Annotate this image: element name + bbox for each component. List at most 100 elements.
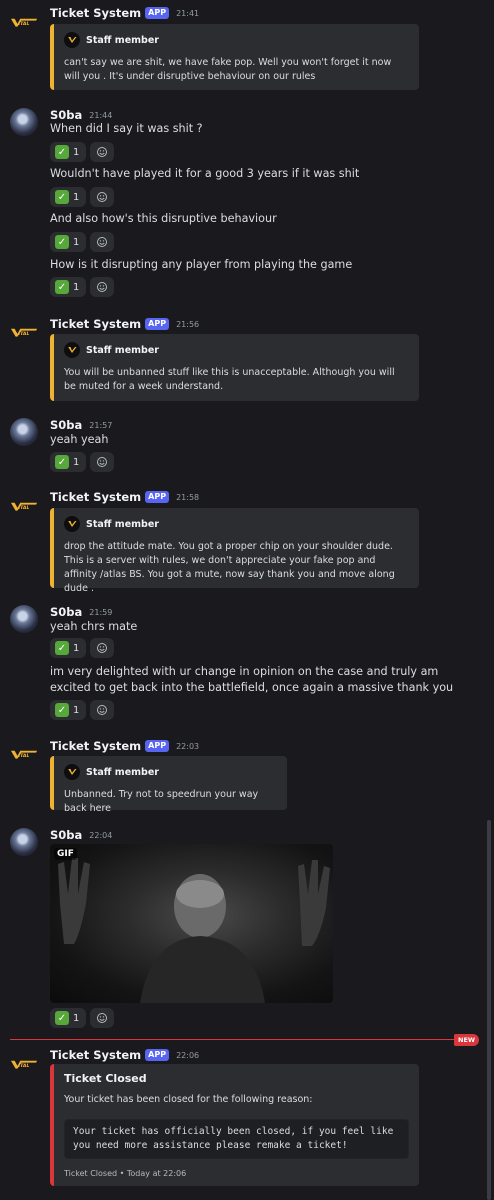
avatar[interactable] [10, 8, 38, 36]
gif-badge: GIF [54, 848, 77, 860]
staff-icon [64, 32, 80, 48]
avatar[interactable] [10, 828, 38, 856]
avatar[interactable] [10, 605, 38, 633]
add-reaction-icon [96, 281, 108, 293]
message-text: When did I say it was shit ? [50, 122, 203, 135]
gif-image [58, 858, 330, 1003]
timestamp: 22:06 [176, 1050, 200, 1060]
embed-description: can't say we are shit, we have fake pop.… [64, 57, 392, 82]
embed-author: Staff member [86, 34, 159, 46]
timestamp: 21:57 [89, 420, 113, 430]
app-tag: APP [145, 740, 170, 752]
add-reaction-button[interactable] [90, 142, 115, 162]
add-reaction-button[interactable] [90, 187, 115, 207]
reactions: ✓ 1 [50, 638, 115, 658]
message-text: How is it disrupting any player from pla… [50, 258, 353, 271]
timestamp: 21:56 [176, 319, 200, 329]
timestamp: 21:59 [89, 607, 113, 617]
author-name[interactable]: Ticket System [50, 739, 141, 753]
add-reaction-button[interactable] [90, 1008, 115, 1028]
author-name[interactable]: Ticket System [50, 1048, 141, 1062]
embed-title: Ticket Closed [64, 1072, 147, 1085]
timestamp: 21:58 [176, 492, 200, 502]
app-tag: APP [145, 1049, 170, 1061]
app-tag: APP [145, 318, 170, 330]
avatar[interactable] [10, 318, 38, 346]
avatar[interactable] [10, 108, 38, 136]
author-name[interactable]: S0ba [50, 605, 82, 619]
reactions: ✓ 1 [50, 187, 115, 207]
staff-icon [64, 764, 80, 780]
add-reaction-button[interactable] [90, 452, 115, 472]
gif-attachment[interactable]: GIF [50, 844, 333, 1003]
add-reaction-button[interactable] [90, 700, 115, 720]
staff-icon [64, 516, 80, 532]
add-reaction-button[interactable] [90, 277, 115, 297]
message-text: yeah chrs mate [50, 620, 138, 633]
author-name[interactable]: Ticket System [50, 490, 141, 504]
vital-logo-icon [10, 15, 38, 29]
scrollbar-thumb[interactable] [487, 820, 491, 1200]
app-tag: APP [145, 491, 170, 503]
author-name[interactable]: Ticket System [50, 317, 141, 331]
new-badge: NEW [454, 1034, 480, 1046]
embed-author: Staff member [86, 518, 159, 530]
reaction-check[interactable]: ✓ 1 [50, 1008, 87, 1028]
vital-logo-icon [10, 325, 38, 339]
reactions: ✓ 1 [50, 142, 115, 162]
message-text: And also how's this disruptive behaviour [50, 212, 277, 225]
add-reaction-button[interactable] [90, 232, 115, 252]
author-name[interactable]: S0ba [50, 418, 82, 432]
avatar[interactable] [10, 1050, 38, 1078]
timestamp: 21:41 [176, 8, 200, 18]
embed-description: You will be unbanned stuff like this is … [64, 367, 395, 392]
author-name[interactable]: S0ba [50, 828, 82, 842]
embed-description: drop the attitude mate. You got a proper… [64, 541, 395, 594]
timestamp: 22:03 [176, 741, 200, 751]
reactions: ✓ 1 [50, 700, 115, 720]
author-name[interactable]: Ticket System [50, 6, 141, 20]
closure-reason-code-block: Your ticket has officially been closed, … [64, 1119, 409, 1159]
add-reaction-icon [96, 146, 108, 158]
author-name[interactable]: S0ba [50, 108, 82, 122]
timestamp: 22:04 [89, 830, 113, 840]
embed-description: Unbanned. Try not to speedrun your way b… [64, 789, 259, 814]
reaction-check[interactable]: ✓ 1 [50, 187, 87, 207]
reaction-check[interactable]: ✓ 1 [50, 638, 87, 658]
add-reaction-icon [96, 456, 108, 468]
reaction-check[interactable]: ✓ 1 [50, 452, 87, 472]
check-emoji-icon: ✓ [55, 1011, 69, 1025]
new-messages-divider [10, 1039, 476, 1040]
avatar[interactable] [10, 418, 38, 446]
avatar[interactable] [10, 740, 38, 768]
embed-description: Your ticket has been closed for the foll… [64, 1094, 313, 1105]
message-text: im very delighted with ur change in opin… [50, 665, 454, 694]
embed-footer: Ticket Closed • Today at 22:06 [64, 1169, 187, 1178]
check-emoji-icon: ✓ [55, 455, 69, 469]
embed: Staff member Unbanned. Try not to speedr… [50, 756, 287, 814]
add-reaction-icon [96, 236, 108, 248]
check-emoji-icon: ✓ [55, 190, 69, 204]
reaction-check[interactable]: ✓ 1 [50, 142, 87, 162]
message-text: yeah yeah [50, 433, 109, 446]
check-emoji-icon: ✓ [55, 641, 69, 655]
reactions: ✓ 1 [50, 277, 115, 297]
ticket-closed-embed: Ticket Closed Your ticket has been close… [50, 1064, 419, 1186]
add-reaction-icon [96, 1012, 108, 1024]
add-reaction-button[interactable] [90, 638, 115, 658]
embed-author: Staff member [86, 344, 159, 356]
reactions: ✓ 1 [50, 232, 115, 252]
avatar[interactable] [10, 492, 38, 520]
embed: Staff member drop the attitude mate. You… [50, 508, 419, 594]
check-emoji-icon: ✓ [55, 235, 69, 249]
timestamp: 21:44 [89, 110, 113, 120]
check-emoji-icon: ✓ [55, 280, 69, 294]
reaction-check[interactable]: ✓ 1 [50, 232, 87, 252]
reaction-check[interactable]: ✓ 1 [50, 700, 87, 720]
vital-logo-icon [10, 1057, 38, 1071]
staff-icon [64, 342, 80, 358]
add-reaction-icon [96, 642, 108, 654]
check-emoji-icon: ✓ [55, 145, 69, 159]
reaction-check[interactable]: ✓ 1 [50, 277, 87, 297]
reactions: ✓ 1 [50, 452, 115, 472]
